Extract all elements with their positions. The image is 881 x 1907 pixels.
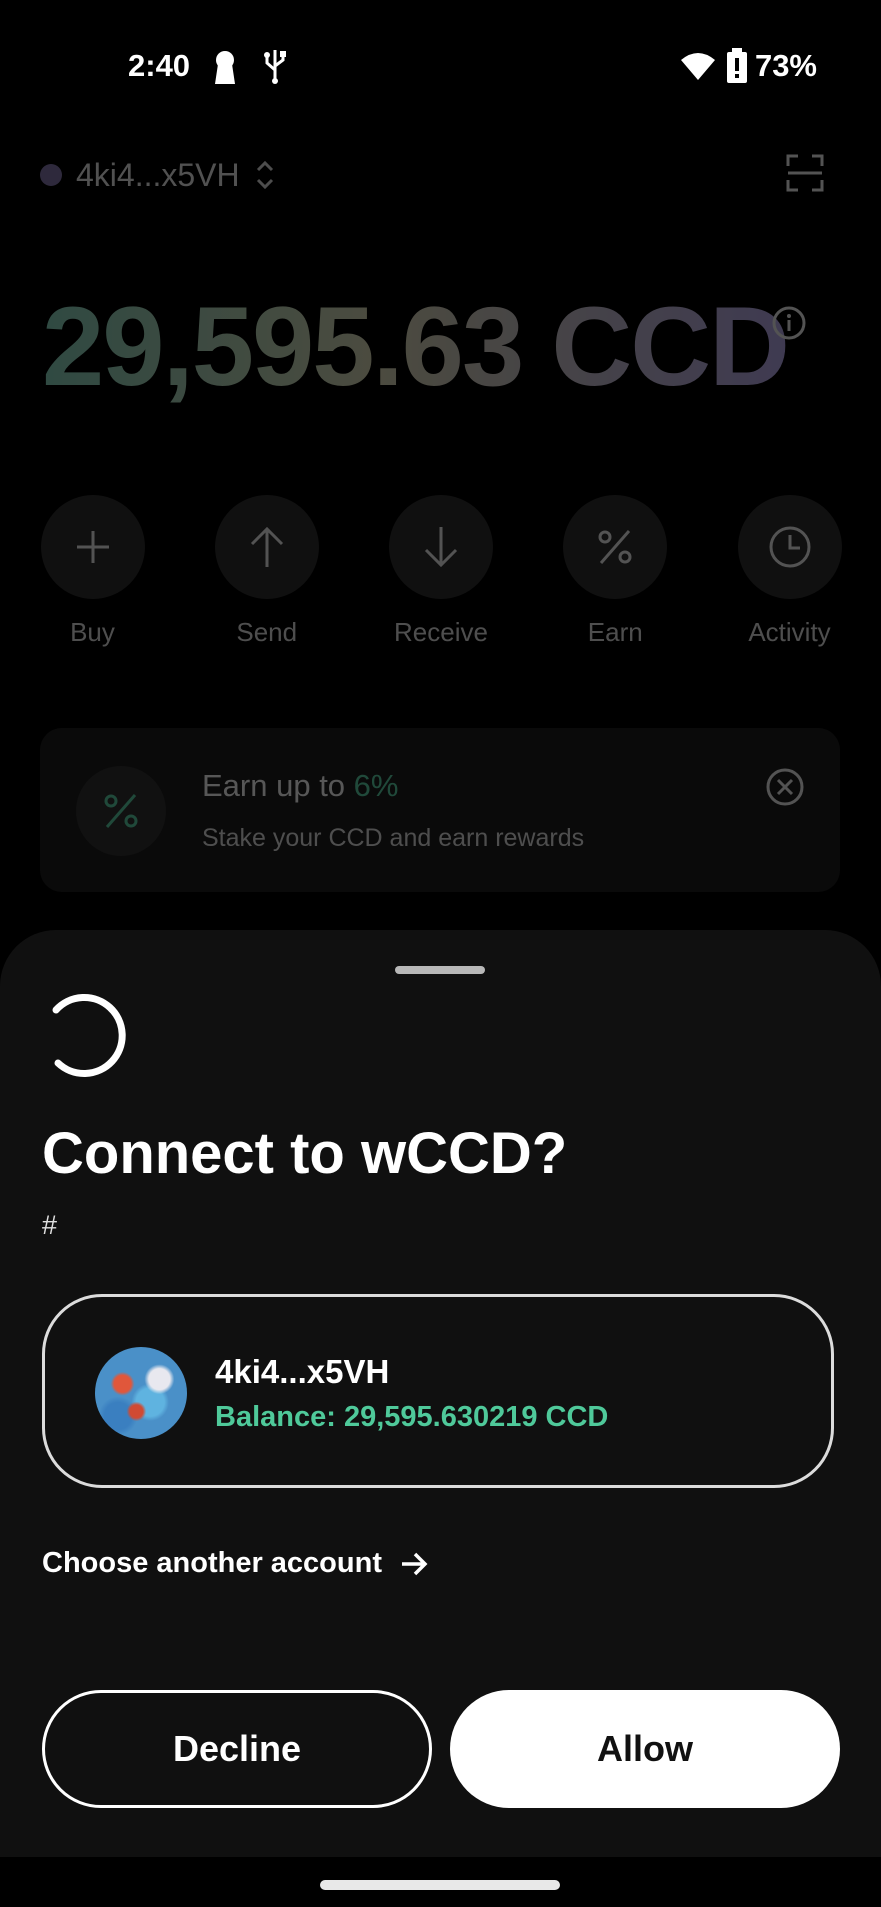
percent-icon: [76, 766, 166, 856]
dapp-url: #: [42, 1210, 58, 1240]
avatar: [95, 1347, 187, 1439]
buy-button[interactable]: Buy: [40, 495, 145, 648]
chevron-up-down-icon: [256, 160, 273, 190]
choose-another-account-link[interactable]: Choose another account: [42, 1547, 428, 1580]
account-selector-label: 4ki4...x5VH: [76, 156, 240, 193]
arrow-down-icon: [389, 495, 493, 599]
send-label: Send: [236, 617, 298, 647]
loading-spinner-icon: [52, 994, 126, 1077]
earn-label: Earn: [587, 617, 643, 647]
arrow-up-icon: [214, 495, 319, 599]
clock-icon: [737, 495, 842, 599]
buy-label: Buy: [70, 617, 115, 647]
percent-icon: [563, 495, 668, 599]
decline-button[interactable]: Decline: [42, 1690, 432, 1808]
send-button[interactable]: Send: [214, 495, 319, 648]
status-bar: 2:40 73%: [0, 0, 881, 135]
activity-button[interactable]: Activity: [737, 495, 842, 648]
connect-title: Connect to wCCD?: [42, 1121, 568, 1186]
close-icon[interactable]: [766, 768, 804, 806]
account-balance: Balance: 29,595.630219 CCD: [215, 1401, 609, 1433]
battery-icon: [727, 48, 747, 83]
info-icon[interactable]: [772, 306, 806, 340]
total-balance: 29,595.63 CCD: [42, 284, 790, 409]
wifi-icon: [681, 53, 715, 80]
earn-banner-subtitle: Stake your CCD and earn rewards: [202, 824, 585, 852]
arrow-right-icon: [402, 1552, 428, 1575]
choose-another-account-label: Choose another account: [42, 1547, 382, 1579]
activity-label: Activity: [748, 617, 831, 647]
home-gesture-handle[interactable]: [320, 1880, 560, 1890]
selected-account-card[interactable]: 4ki4...x5VH Balance: 29,595.630219 CCD: [42, 1294, 834, 1488]
account-name: 4ki4...x5VH: [215, 1353, 390, 1390]
connect-bottom-sheet: Connect to wCCD? # 4ki4...x5VH Balance: …: [0, 930, 881, 1857]
sheet-drag-handle[interactable]: [395, 966, 485, 974]
earn-banner[interactable]: Earn up to 6% Stake your CCD and earn re…: [40, 728, 840, 892]
earn-button[interactable]: Earn: [563, 495, 668, 648]
battery-percent: 73%: [754, 48, 817, 83]
account-selector[interactable]: 4ki4...x5VH: [40, 155, 276, 195]
earn-banner-title: Earn up to 6%: [202, 768, 399, 803]
allow-button[interactable]: Allow: [450, 1690, 840, 1808]
status-time: 2:40: [128, 48, 191, 83]
receive-button[interactable]: Receive: [389, 495, 494, 648]
account-color-dot: [40, 164, 62, 186]
plus-icon: [40, 495, 145, 599]
scan-qr-icon[interactable]: [786, 154, 824, 192]
keyhole-icon: [215, 51, 235, 84]
usb-icon: [264, 50, 286, 84]
quick-actions: Buy Send Receive Earn Activity: [40, 495, 842, 648]
receive-label: Receive: [394, 617, 488, 647]
